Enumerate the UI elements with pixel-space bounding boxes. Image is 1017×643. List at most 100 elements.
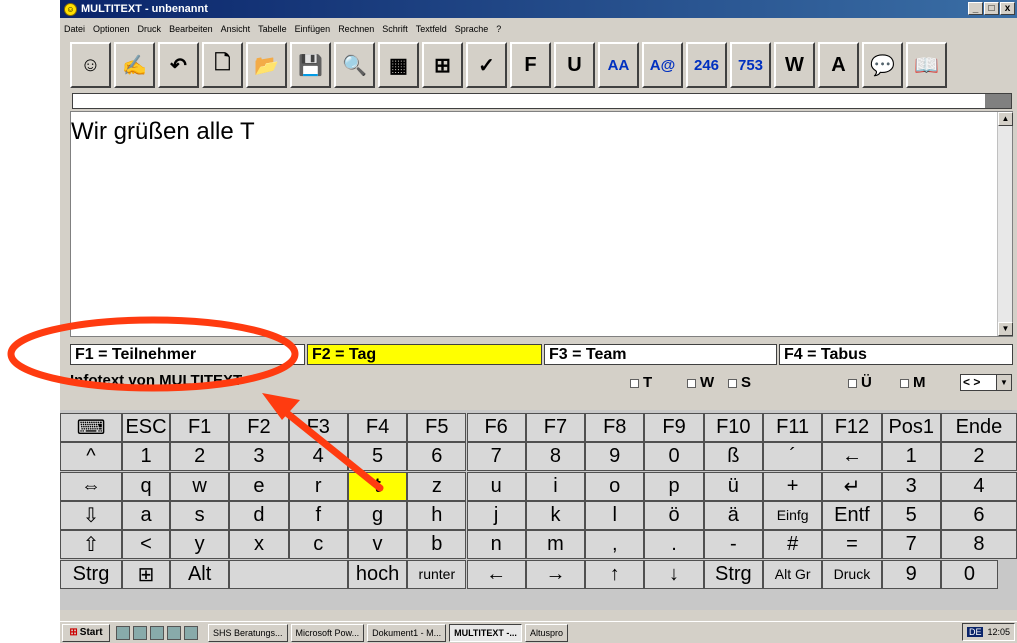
underline-button[interactable]: U (554, 42, 595, 88)
taskbar-task-3[interactable]: MULTITEXT -... (449, 623, 522, 642)
check-t[interactable]: T (630, 374, 652, 391)
menu-item-9[interactable]: Textfeld (416, 24, 447, 34)
f2-field[interactable]: F2 = Tag (307, 344, 542, 365)
key-row2-5[interactable]: 5 (347, 442, 408, 472)
text-editor[interactable]: Wir grüßen alle T ▲ ▼ (70, 111, 1013, 337)
key-row4-9[interactable]: l (585, 500, 645, 530)
key-row5-3[interactable]: x (229, 530, 289, 560)
taskbar-task-2[interactable]: Dokument1 - M... (367, 623, 447, 642)
f4-field[interactable]: F4 = Tabus (779, 344, 1013, 365)
menu-item-10[interactable]: Sprache (455, 24, 489, 34)
undo-button[interactable]: ↶ (158, 42, 199, 88)
key-row6-8[interactable]: ↑ (585, 559, 645, 589)
quicklaunch-icon[interactable] (184, 625, 198, 640)
key-row1-15[interactable]: Ende (940, 413, 1017, 442)
key-row3-12[interactable]: + (763, 471, 823, 501)
chevron-down-icon[interactable]: ▼ (996, 375, 1011, 390)
key-row2-8[interactable]: 8 (525, 442, 586, 472)
menu-item-8[interactable]: Schrift (382, 24, 408, 34)
key-row2-9[interactable]: 9 (585, 442, 645, 472)
key-row1-0[interactable]: ⌨ (60, 413, 122, 442)
key-row2-13[interactable]: ← (822, 442, 882, 472)
key-row3-14[interactable]: 3 (881, 471, 941, 501)
key-row1-8[interactable]: F7 (525, 413, 586, 442)
calculator-button[interactable]: ▦ (378, 42, 419, 88)
menu-item-3[interactable]: Bearbeiten (169, 24, 213, 34)
taskbar-task-0[interactable]: SHS Beratungs... (208, 623, 288, 642)
menu-item-2[interactable]: Druck (138, 24, 162, 34)
key-row4-12[interactable]: Einfg (763, 500, 823, 530)
key-row6-6[interactable]: ← (466, 559, 526, 589)
key-row1-14[interactable]: Pos1 (881, 413, 941, 442)
key-row5-1[interactable]: < (122, 530, 170, 560)
new-document-button[interactable]: 🗋 (202, 42, 243, 88)
menu-item-4[interactable]: Ansicht (221, 24, 251, 34)
scroll-up-icon[interactable]: ▲ (998, 112, 1013, 126)
numbers-753-button[interactable]: 753 (730, 42, 771, 88)
key-row2-6[interactable]: 6 (407, 442, 467, 472)
key-row4-13[interactable]: Entf (822, 500, 882, 530)
close-button[interactable]: x (1000, 2, 1015, 15)
key-row4-8[interactable]: k (525, 500, 586, 530)
key-row3-10[interactable]: p (644, 471, 704, 501)
menu-item-7[interactable]: Rechnen (338, 24, 374, 34)
key-row1-3[interactable]: F2 (229, 413, 289, 442)
key-row2-12[interactable]: ´ (763, 442, 823, 472)
quicklaunch-icon[interactable] (150, 625, 164, 640)
key-row6-10[interactable]: Strg (703, 559, 763, 589)
key-row6-0[interactable]: Strg (60, 559, 122, 589)
key-row3-4[interactable]: r (288, 471, 348, 501)
key-row2-2[interactable]: 2 (170, 442, 230, 472)
key-row5-14[interactable]: 7 (881, 530, 941, 560)
key-row1-6[interactable]: F5 (407, 413, 467, 442)
key-row2-14[interactable]: 1 (881, 442, 941, 472)
key-row4-2[interactable]: s (170, 500, 230, 530)
menu-item-0[interactable]: Datei (64, 24, 85, 34)
font-style-button[interactable]: A@ (642, 42, 683, 88)
numbers-246-button[interactable]: 246 (686, 42, 727, 88)
key-row6-12[interactable]: Druck (822, 559, 882, 589)
key-row4-10[interactable]: ö (644, 500, 704, 530)
key-row1-2[interactable]: F1 (170, 413, 230, 442)
key-row1-4[interactable]: F3 (288, 413, 348, 442)
quicklaunch-icon[interactable] (133, 625, 147, 640)
quicklaunch-icon[interactable] (116, 625, 130, 640)
smiley-button[interactable]: ☺ (70, 42, 111, 88)
key-row4-11[interactable]: ä (703, 500, 763, 530)
minimize-button[interactable]: _ (968, 2, 983, 15)
menu-item-1[interactable]: Optionen (93, 24, 130, 34)
book-button[interactable]: 📖 (906, 42, 947, 88)
check-ue[interactable]: Ü (848, 374, 872, 391)
key-row4-15[interactable]: 6 (940, 500, 1017, 530)
key-row2-10[interactable]: 0 (644, 442, 704, 472)
key-row2-0[interactable]: ^ (60, 442, 122, 472)
key-row3-15[interactable]: 4 (940, 471, 1017, 501)
key-row2-11[interactable]: ß (703, 442, 763, 472)
key-row3-3[interactable]: e (229, 471, 289, 501)
key-row5-15[interactable]: 8 (940, 530, 1017, 560)
menu-item-6[interactable]: Einfügen (295, 24, 331, 34)
key-row3-13[interactable]: ↵ (822, 471, 882, 501)
key-row6-13[interactable]: 9 (881, 559, 941, 589)
key-row5-5[interactable]: v (347, 530, 408, 560)
key-row3-5[interactable]: t (347, 471, 408, 501)
key-row5-4[interactable]: c (288, 530, 348, 560)
table-button[interactable]: ⊞ (422, 42, 463, 88)
key-row5-8[interactable]: m (525, 530, 586, 560)
key-row1-1[interactable]: ESC (122, 413, 170, 442)
direction-dropdown[interactable]: < > ▼ (960, 374, 1012, 391)
start-button[interactable]: ⊞ Start (62, 623, 110, 642)
key-row4-6[interactable]: h (407, 500, 467, 530)
menu-item-5[interactable]: Tabelle (258, 24, 287, 34)
key-row6-1[interactable]: ⊞ (122, 559, 170, 589)
vertical-scrollbar[interactable]: ▲ ▼ (997, 112, 1013, 336)
key-row6-3[interactable] (229, 559, 348, 589)
key-row4-4[interactable]: f (288, 500, 348, 530)
f1-field[interactable]: F1 = Teilnehmer (70, 344, 305, 365)
key-row5-6[interactable]: b (407, 530, 467, 560)
scroll-down-icon[interactable]: ▼ (998, 322, 1013, 336)
taskbar-task-4[interactable]: Altuspro (524, 623, 568, 642)
spellcheck-button[interactable]: ✓ (466, 42, 507, 88)
key-row5-2[interactable]: y (170, 530, 230, 560)
key-row3-8[interactable]: i (525, 471, 586, 501)
